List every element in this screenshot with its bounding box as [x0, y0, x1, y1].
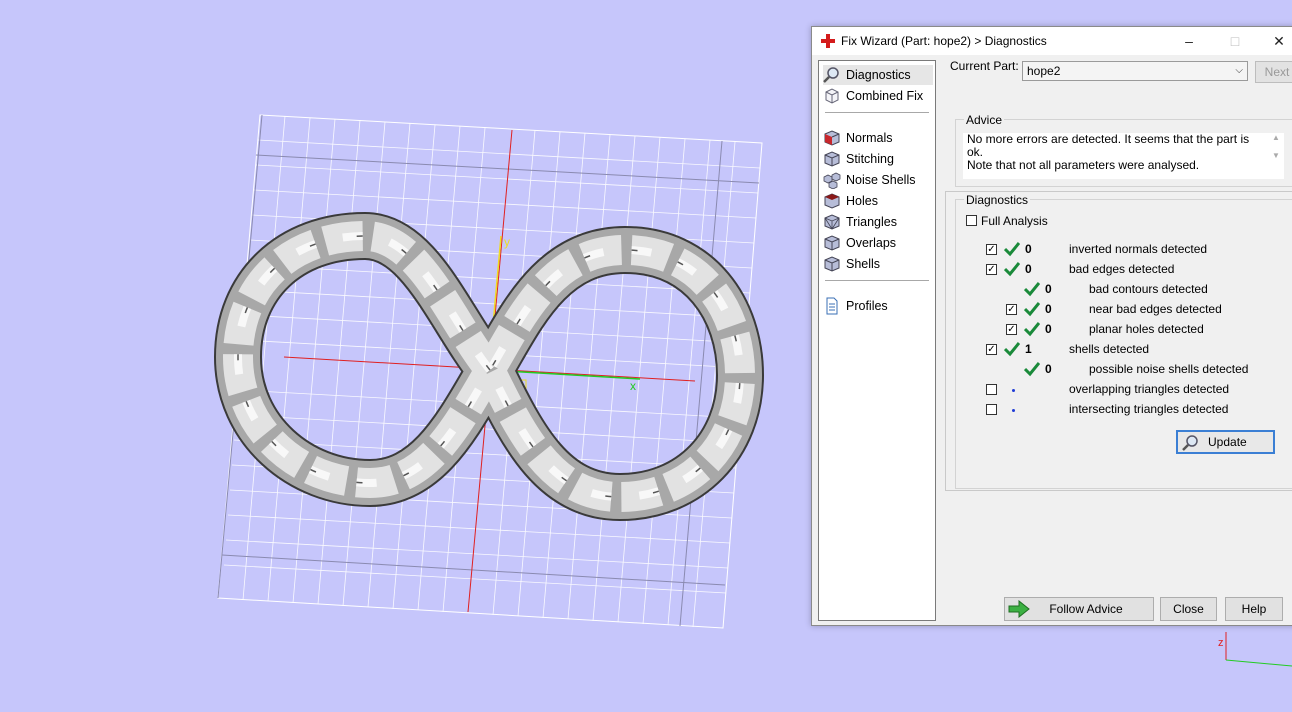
near-bad-edges-checkbox[interactable]: ✓ [1006, 304, 1017, 315]
wizard-nav: Diagnostics Combined Fix Normals Stitchi… [818, 60, 936, 621]
nav-divider [825, 280, 929, 281]
intersecting-triangles-checkbox[interactable] [986, 404, 997, 415]
nav-label: Overlaps [846, 236, 897, 250]
arrow-right-icon [1008, 600, 1030, 618]
cube-stitching-icon [824, 151, 840, 167]
advice-scrollbar[interactable]: ▲ ▼ [1268, 133, 1284, 179]
nav-item-triangles[interactable]: Triangles [823, 212, 933, 232]
fix-wizard-dialog: Fix Wizard (Part: hope2) > Diagnostics –… [811, 26, 1292, 626]
shells-checkbox[interactable]: ✓ [986, 344, 997, 355]
intersecting-triangles-label: intersecting triangles detected [1069, 402, 1229, 416]
nav-item-noise-shells[interactable]: Noise Shells [823, 170, 933, 190]
planar-holes-count: 0 [1045, 322, 1052, 336]
check-icon [1024, 302, 1040, 317]
nav-label: Stitching [846, 152, 894, 166]
nav-item-shells[interactable]: Shells [823, 254, 933, 274]
inverted-normals-label: inverted normals detected [1069, 242, 1208, 256]
overlapping-triangles-checkbox[interactable] [986, 384, 997, 395]
close-button[interactable]: Close [1160, 597, 1217, 621]
nav-divider [825, 112, 929, 113]
advice-group: Advice No more errors are detected. It s… [955, 113, 1292, 187]
title-bar: Fix Wizard (Part: hope2) > Diagnostics –… [812, 27, 1292, 55]
check-icon [1004, 242, 1020, 257]
red-cross-icon [821, 34, 835, 48]
chevron-down-icon: ⌵ [1235, 65, 1243, 76]
maximize-button[interactable]: □ [1212, 27, 1258, 55]
shells-label: shells detected [1069, 342, 1150, 356]
current-part-select[interactable]: hope2 ⌵ [1022, 61, 1248, 81]
secondary-axes: z [1218, 632, 1292, 667]
cube-shells-icon [824, 256, 840, 272]
bad-edges-count: 0 [1025, 262, 1032, 276]
advice-legend: Advice [964, 113, 1005, 127]
nav-item-normals[interactable]: Normals [823, 128, 933, 148]
check-icon [1024, 322, 1040, 337]
nav-label: Noise Shells [846, 173, 916, 187]
window-title: Fix Wizard (Part: hope2) > Diagnostics [841, 34, 1047, 48]
nav-label: Combined Fix [846, 89, 924, 103]
minimize-button[interactable]: – [1166, 27, 1212, 55]
nav-label: Diagnostics [846, 68, 911, 82]
bad-edges-checkbox[interactable]: ✓ [986, 264, 997, 275]
check-icon [1024, 282, 1040, 297]
cube-normals-icon [824, 130, 840, 146]
nav-label: Profiles [846, 299, 888, 313]
check-icon [1004, 262, 1020, 277]
follow-advice-label: Follow Advice [1049, 602, 1123, 616]
current-part-value: hope2 [1027, 64, 1061, 78]
cube-overlaps-icon [824, 235, 840, 251]
nav-item-stitching[interactable]: Stitching [823, 149, 933, 169]
axis-label-x: x [630, 379, 636, 393]
bad-contours-count: 0 [1045, 282, 1052, 296]
noise-shells-label: possible noise shells detected [1089, 362, 1249, 376]
document-icon [826, 297, 838, 315]
nav-label: Holes [846, 194, 878, 208]
planar-holes-label: planar holes detected [1089, 322, 1204, 336]
nav-item-combined-fix[interactable]: Combined Fix [823, 86, 933, 106]
full-analysis-checkbox[interactable] [966, 215, 977, 226]
shells-count: 1 [1025, 342, 1032, 356]
overlapping-triangles-label: overlapping triangles detected [1069, 382, 1230, 396]
not-analysed-dot [1012, 389, 1015, 392]
check-icon [1024, 362, 1040, 377]
next-button[interactable]: Next [1255, 61, 1292, 83]
nav-item-profiles[interactable]: Profiles [823, 296, 933, 316]
axis-label-z: z [1218, 637, 1224, 649]
advice-line-1: No more errors are detected. It seems th… [967, 132, 1250, 159]
nav-item-overlaps[interactable]: Overlaps [823, 233, 933, 253]
inverted-normals-count: 0 [1025, 242, 1032, 256]
nav-item-holes[interactable]: Holes [823, 191, 933, 211]
current-part-label: Current Part: [950, 59, 1019, 73]
cube-triangles-icon [824, 214, 840, 230]
axis-label-y: y [504, 235, 510, 249]
bad-edges-label: bad edges detected [1069, 262, 1175, 276]
not-analysed-dot [1012, 409, 1015, 412]
planar-holes-checkbox[interactable]: ✓ [1006, 324, 1017, 335]
nav-label: Shells [846, 257, 881, 271]
cube-hole-icon [824, 193, 840, 209]
near-bad-edges-count: 0 [1045, 302, 1052, 316]
cube-outline-icon [825, 88, 839, 104]
near-bad-edges-label: near bad edges detected [1089, 302, 1222, 316]
noise-shells-count: 0 [1045, 362, 1052, 376]
update-button[interactable]: Update [1176, 430, 1275, 454]
advice-line-2: Note that not all parameters were analys… [967, 158, 1200, 172]
nav-label: Triangles [846, 215, 897, 229]
magnifier-icon [1182, 435, 1198, 451]
nav-label: Normals [846, 131, 893, 145]
diagnostics-legend: Diagnostics [964, 193, 1031, 207]
check-icon [1004, 342, 1020, 357]
full-analysis-label: Full Analysis [981, 214, 1048, 228]
follow-advice-button[interactable]: Follow Advice [1004, 597, 1154, 621]
magnifier-icon [823, 67, 839, 83]
bad-contours-label: bad contours detected [1089, 282, 1208, 296]
advice-text: No more errors are detected. It seems th… [963, 133, 1271, 179]
nav-item-diagnostics[interactable]: Diagnostics [823, 65, 933, 85]
noise-shells-icon [823, 172, 841, 189]
help-button[interactable]: Help [1225, 597, 1283, 621]
update-label: Update [1208, 435, 1247, 449]
close-window-button[interactable]: ✕ [1256, 27, 1292, 55]
inverted-normals-checkbox[interactable]: ✓ [986, 244, 997, 255]
